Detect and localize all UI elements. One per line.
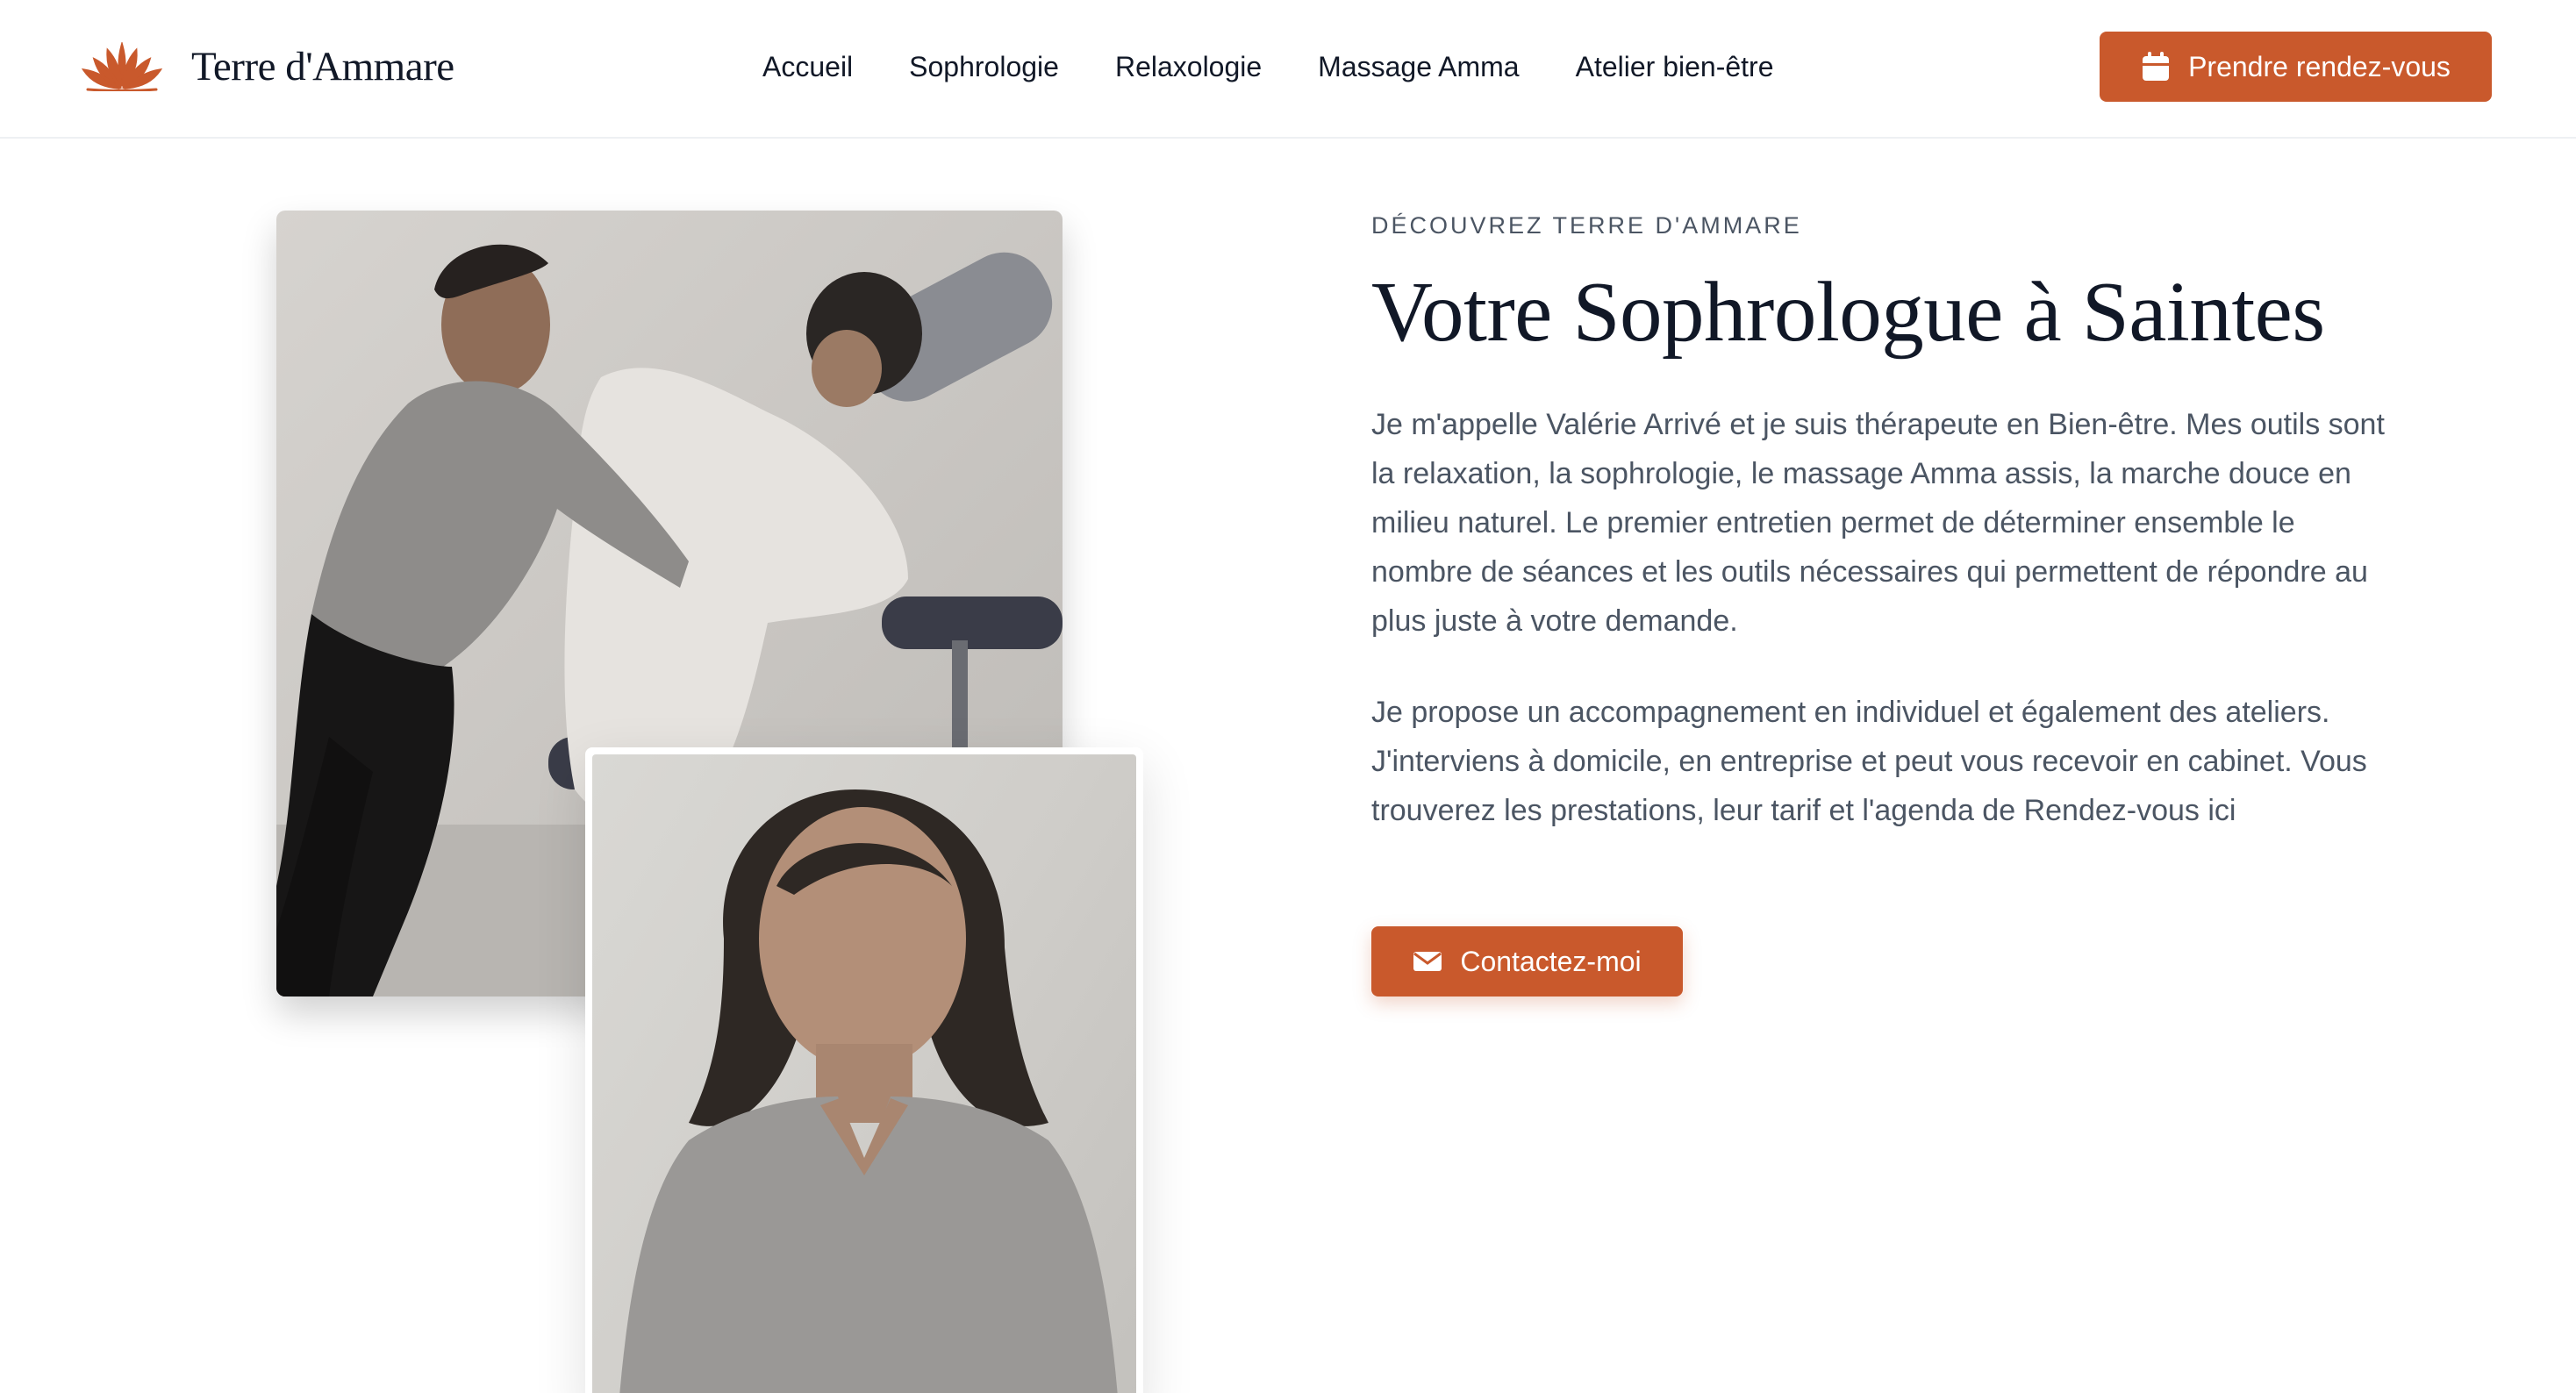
nav-item-accueil[interactable]: Accueil	[762, 51, 853, 83]
lotus-icon	[79, 42, 165, 91]
contact-button-label: Contactez-moi	[1460, 945, 1642, 977]
book-appointment-button[interactable]: Prendre rendez-vous	[2100, 32, 2492, 102]
hero-paragraph-intro: Je m'appelle Valérie Arrivé et je suis t…	[1371, 408, 2385, 638]
book-appointment-label: Prendre rendez-vous	[2188, 50, 2451, 82]
portrait-photo	[585, 747, 1143, 1393]
envelope-icon	[1413, 950, 1442, 973]
main-nav: Accueil Sophrologie Relaxologie Massage …	[762, 35, 1773, 98]
nav-item-relaxologie[interactable]: Relaxologie	[1115, 51, 1262, 83]
hero-title: Votre Sophrologue à Saintes	[1371, 265, 2325, 359]
calendar-icon	[2141, 51, 2171, 82]
site-header: Terre d'Ammare Accueil Sophrologie Relax…	[0, 0, 2576, 139]
contact-button[interactable]: Contactez-moi	[1371, 926, 1683, 997]
brand-home-link[interactable]: Terre d'Ammare	[79, 35, 454, 98]
nav-item-atelier-bien-etre[interactable]: Atelier bien-être	[1576, 51, 1774, 83]
brand-name: Terre d'Ammare	[191, 44, 454, 89]
hero-kicker: DÉCOUVREZ TERRE D'AMMARE	[1371, 212, 1802, 239]
nav-item-sophrologie[interactable]: Sophrologie	[909, 51, 1059, 83]
nav-item-massage-amma[interactable]: Massage Amma	[1318, 51, 1519, 83]
hero-paragraph-services: Je propose un accompagnement en individu…	[1371, 696, 2367, 827]
